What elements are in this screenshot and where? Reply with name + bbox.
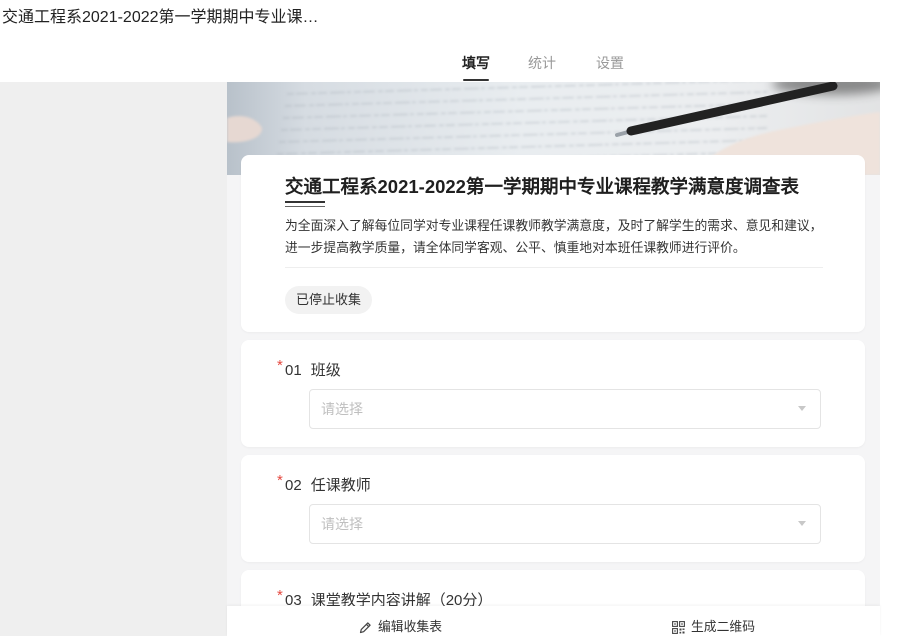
edit-form-button[interactable]: 编辑收集表 — [359, 620, 442, 634]
question-title: * 01 班级 — [277, 357, 341, 381]
left-side-panel — [0, 82, 227, 636]
qr-module — [674, 629, 676, 632]
chevron-down-icon — [798, 521, 806, 526]
question-card: * 01 班级 请选择 — [241, 340, 865, 447]
question-number: 01 — [285, 362, 302, 379]
divider — [285, 267, 823, 268]
teacher-select[interactable]: 请选择 — [309, 504, 821, 544]
tab-statistics[interactable]: 统计 — [528, 54, 556, 81]
generate-qr-code-label: 生成二维码 — [691, 619, 755, 634]
required-asterisk: * — [277, 472, 283, 489]
bottom-action-bar: 编辑收集表 生成二维码 — [227, 606, 880, 636]
generate-qr-code-button[interactable]: 生成二维码 — [672, 620, 755, 634]
question-title: * 02 任课教师 — [277, 472, 371, 496]
edit-form-label: 编辑收集表 — [378, 619, 442, 634]
form-title: 交通工程系2021-2022第一学期期中专业课程教学满意度调查表 — [285, 176, 799, 197]
tab-label: 统计 — [528, 55, 556, 71]
qr-module — [679, 631, 682, 633]
question-label: 班级 — [310, 362, 341, 379]
required-asterisk: * — [277, 357, 283, 374]
select-placeholder: 请选择 — [321, 401, 363, 417]
required-asterisk: * — [277, 587, 283, 604]
form-description: 为全面深入了解每位同学对专业课程任课教师教学满意度，及时了解学生的需求、意见和建… — [285, 218, 823, 255]
qr-module — [682, 628, 685, 630]
tab-label: 填写 — [462, 55, 490, 71]
title-underline-decoration — [285, 201, 325, 209]
qr-module — [674, 622, 676, 625]
title-underline-line — [285, 201, 325, 203]
select-placeholder: 请选择 — [321, 516, 363, 532]
class-select[interactable]: 请选择 — [309, 389, 821, 429]
pencil-outline — [359, 621, 371, 633]
top-header: 交通工程系2021-2022第一学期期中专业课… 填写 统计 设置 — [0, 0, 900, 82]
status-badge: 已停止收集 — [285, 286, 373, 314]
question-card: * 02 任课教师 请选择 — [241, 455, 865, 562]
question-number: 02 — [285, 477, 302, 494]
form-column[interactable]: 交通工程系2021-2022第一学期期中专业课程教学满意度调查表 为全面深入了解… — [227, 82, 880, 636]
pencil-band — [365, 623, 370, 627]
pencil-icon — [359, 621, 371, 633]
form-header-card: 交通工程系2021-2022第一学期期中专业课程教学满意度调查表 为全面深入了解… — [241, 155, 865, 332]
tab-fill[interactable]: 填写 — [462, 54, 490, 81]
title-underline-line — [285, 206, 325, 207]
chevron-shape — [798, 521, 806, 526]
tab-bar: 填写 统计 设置 — [0, 0, 900, 82]
chevron-down-icon — [798, 406, 806, 411]
question-label: 任课教师 — [310, 477, 371, 494]
qr-module — [682, 631, 685, 633]
qr-module — [679, 628, 682, 630]
qr-module — [681, 622, 683, 625]
qr-code-icon — [672, 620, 685, 634]
active-tab-indicator — [463, 79, 489, 81]
tab-label: 设置 — [596, 55, 624, 71]
chevron-shape — [798, 406, 806, 411]
tab-settings[interactable]: 设置 — [596, 54, 624, 81]
